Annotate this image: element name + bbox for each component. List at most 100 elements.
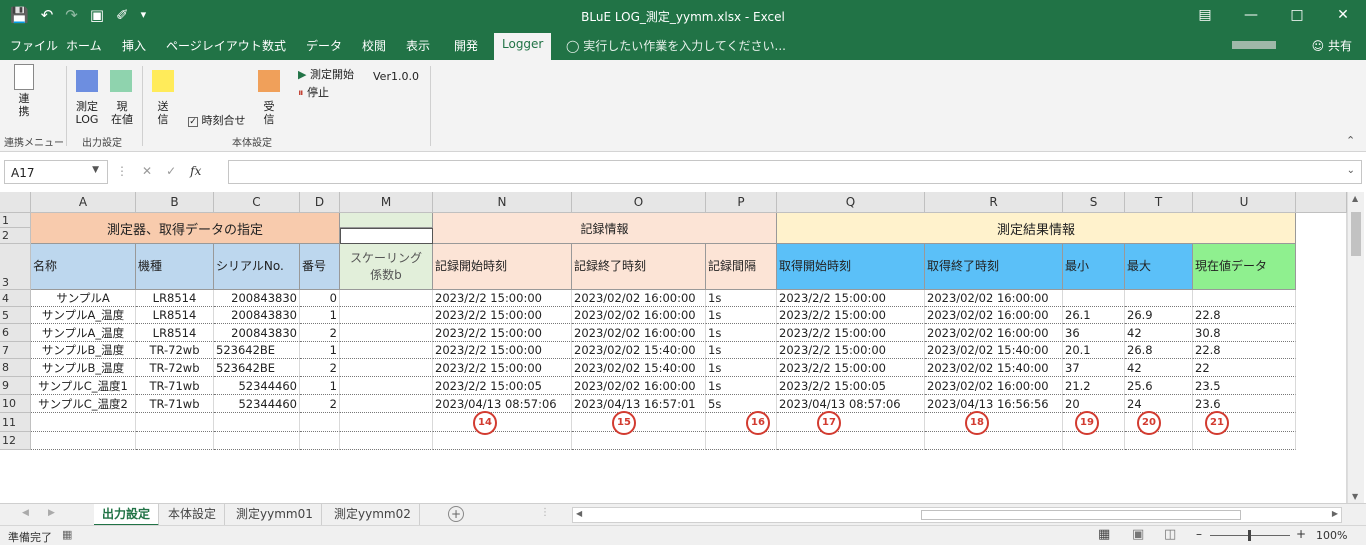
scroll-up-icon[interactable]: ▲ [1352, 194, 1358, 203]
zoom-slider[interactable] [1210, 530, 1290, 541]
empty-cell[interactable] [572, 413, 706, 432]
empty-cell[interactable] [300, 413, 340, 432]
empty-cell[interactable] [136, 432, 214, 450]
row-header[interactable]: 8 [0, 359, 31, 377]
tab-split-icon[interactable]: ⋮ [540, 507, 550, 518]
tab-file[interactable]: ファイル [10, 37, 58, 54]
receive-button[interactable]: 受 信 [258, 100, 280, 126]
row-header[interactable]: 2 [0, 228, 31, 244]
empty-cell[interactable] [1193, 432, 1296, 450]
close-icon[interactable]: ✕ [1320, 0, 1366, 30]
cell-scaling[interactable] [340, 395, 433, 413]
sheet-tab-measure-02[interactable]: 測定yymm02 [326, 504, 420, 526]
column-header[interactable]: U [1193, 192, 1296, 213]
cell-record-interval[interactable]: 1s [706, 377, 777, 395]
cell-min[interactable]: 37 [1063, 359, 1125, 377]
empty-cell[interactable] [31, 413, 136, 432]
empty-cell[interactable] [706, 432, 777, 450]
row-header[interactable]: 12 [0, 432, 31, 450]
cell-acquire-start[interactable]: 2023/2/2 15:00:00 [777, 342, 925, 359]
empty-cell[interactable] [777, 413, 925, 432]
start-measure-button[interactable]: ▶ 測定開始 [298, 68, 358, 81]
cell-acquire-end[interactable]: 2023/02/02 15:40:00 [925, 359, 1063, 377]
cell-acquire-end[interactable]: 2023/02/02 16:00:00 [925, 290, 1063, 307]
cell-number[interactable]: 2 [300, 324, 340, 342]
row-header[interactable]: 1 [0, 213, 31, 228]
cell-serial[interactable]: 523642BE [214, 342, 300, 359]
zoom-in-button[interactable]: + [1296, 527, 1306, 541]
enter-icon[interactable]: ✓ [166, 164, 176, 178]
cell-acquire-start[interactable]: 2023/2/2 15:00:00 [777, 324, 925, 342]
empty-cell[interactable] [1125, 432, 1193, 450]
cell-scaling[interactable] [340, 324, 433, 342]
cell-record-end[interactable]: 2023/02/02 15:40:00 [572, 342, 706, 359]
cell-number[interactable]: 1 [300, 342, 340, 359]
cell-acquire-start[interactable]: 2023/2/2 15:00:05 [777, 377, 925, 395]
cell-record-end[interactable]: 2023/02/02 16:00:00 [572, 307, 706, 324]
collapse-ribbon-icon[interactable]: ⌃ [1346, 134, 1355, 147]
cell-acquire-end[interactable]: 2023/02/02 16:00:00 [925, 377, 1063, 395]
sheet-tab-output-settings[interactable]: 出力設定 [94, 504, 160, 526]
cell-scaling[interactable] [340, 342, 433, 359]
cell-name[interactable]: サンプルC_温度2 [31, 395, 136, 413]
cell-current-value[interactable]: 22 [1193, 359, 1296, 377]
cell-min[interactable]: 26.1 [1063, 307, 1125, 324]
cell-record-end[interactable]: 2023/02/02 16:00:00 [572, 324, 706, 342]
column-header[interactable]: A [31, 192, 136, 213]
cell-scaling[interactable] [340, 307, 433, 324]
empty-cell[interactable] [300, 432, 340, 450]
cell-serial[interactable]: 200843830 [214, 324, 300, 342]
cell-record-end[interactable]: 2023/02/02 15:40:00 [572, 359, 706, 377]
cell-model[interactable]: TR-71wb [136, 395, 214, 413]
cell-record-interval[interactable]: 1s [706, 359, 777, 377]
cell-model[interactable]: LR8514 [136, 324, 214, 342]
cell-max[interactable] [1125, 290, 1193, 307]
zoom-slider-handle[interactable] [1248, 530, 1251, 541]
row-header[interactable]: 4 [0, 290, 31, 307]
cell-current-value[interactable]: 23.5 [1193, 377, 1296, 395]
tab-data[interactable]: データ [306, 37, 342, 54]
cell-acquire-start[interactable]: 2023/04/13 08:57:06 [777, 395, 925, 413]
cell-min[interactable]: 36 [1063, 324, 1125, 342]
cell-name[interactable]: サンプルA [31, 290, 136, 307]
cell-serial[interactable]: 52344460 [214, 377, 300, 395]
cell-max[interactable]: 24 [1125, 395, 1193, 413]
cell-record-start[interactable]: 2023/2/2 15:00:00 [433, 342, 572, 359]
cell-acquire-end[interactable]: 2023/02/02 16:00:00 [925, 307, 1063, 324]
row-header[interactable]: 10 [0, 395, 31, 413]
cell-current-value[interactable]: 22.8 [1193, 342, 1296, 359]
select-all-corner[interactable] [0, 192, 31, 213]
column-header[interactable]: C [214, 192, 300, 213]
tab-formulas[interactable]: 数式 [262, 37, 286, 54]
scroll-down-icon[interactable]: ▼ [1352, 492, 1358, 501]
column-header[interactable]: T [1125, 192, 1193, 213]
cell-name[interactable]: サンプルC_温度1 [31, 377, 136, 395]
sheet-tab-measure-01[interactable]: 測定yymm01 [228, 504, 322, 526]
cell-acquire-start[interactable]: 2023/2/2 15:00:00 [777, 290, 925, 307]
row-header[interactable]: 9 [0, 377, 31, 395]
tab-view[interactable]: 表示 [406, 37, 430, 54]
cell-max[interactable]: 42 [1125, 324, 1193, 342]
cell-model[interactable]: LR8514 [136, 307, 214, 324]
column-header[interactable]: N [433, 192, 572, 213]
tab-page-layout[interactable]: ページレイアウト [166, 37, 262, 54]
tab-insert[interactable]: 挿入 [122, 37, 146, 54]
maximize-icon[interactable]: □ [1274, 0, 1320, 30]
horizontal-scroll-thumb[interactable] [921, 510, 1241, 520]
column-header[interactable]: S [1063, 192, 1125, 213]
row-header[interactable]: 11 [0, 413, 31, 432]
cell-acquire-end[interactable]: 2023/02/02 16:00:00 [925, 324, 1063, 342]
page-break-view-icon[interactable]: ◫ [1164, 527, 1176, 542]
cell-record-interval[interactable]: 1s [706, 324, 777, 342]
cell-model[interactable]: TR-72wb [136, 342, 214, 359]
cell-scaling[interactable] [340, 290, 433, 307]
name-box[interactable]: A17 ▼ [4, 160, 108, 184]
scroll-left-icon[interactable]: ◀ [576, 509, 582, 518]
row-header[interactable]: 7 [0, 342, 31, 359]
cell-acquire-start[interactable]: 2023/2/2 15:00:00 [777, 307, 925, 324]
cell-acquire-end[interactable]: 2023/04/13 16:56:56 [925, 395, 1063, 413]
cell-min[interactable]: 20.1 [1063, 342, 1125, 359]
cell-record-start[interactable]: 2023/2/2 15:00:00 [433, 324, 572, 342]
tab-logger[interactable]: Logger [494, 33, 552, 60]
empty-cell[interactable] [31, 432, 136, 450]
